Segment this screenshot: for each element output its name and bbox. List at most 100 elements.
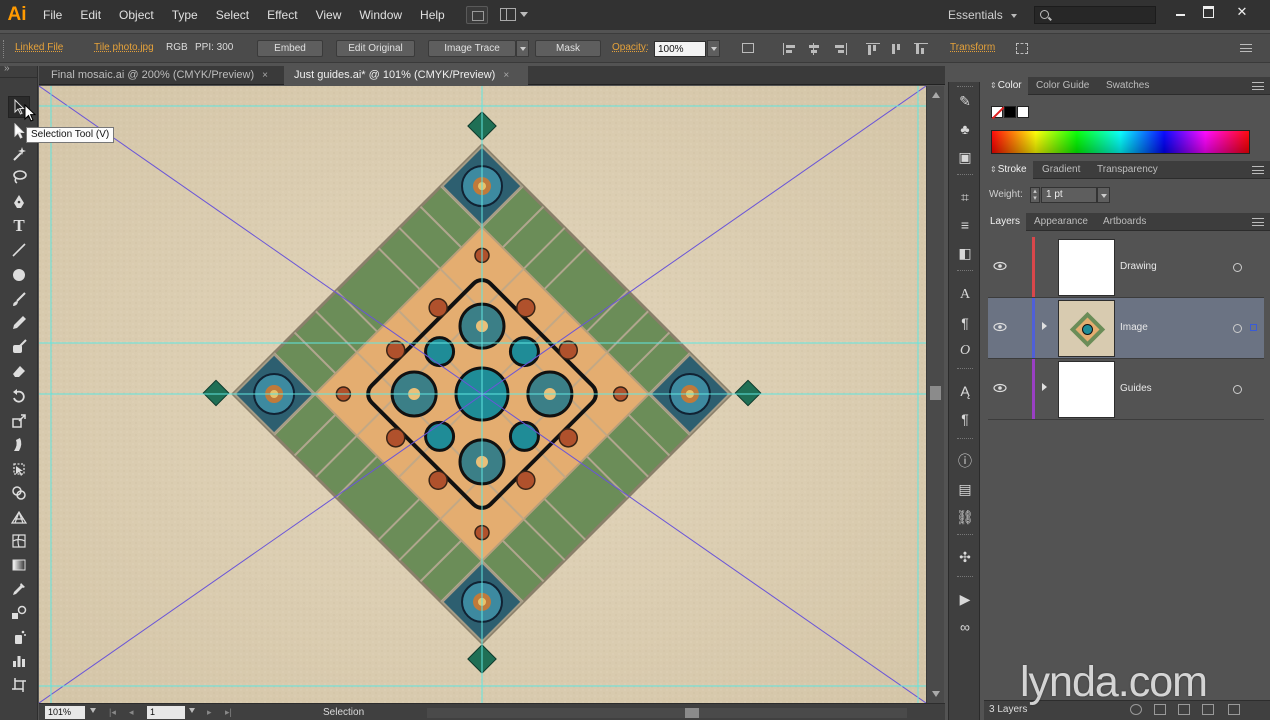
bridge-button[interactable]	[465, 6, 488, 24]
expand-triangle-icon[interactable]	[1042, 383, 1047, 391]
graphic-styles-icon[interactable]: ▣	[956, 148, 974, 166]
next-artboard-icon[interactable]: ▸	[207, 707, 212, 718]
symbol-sprayer-tool-icon[interactable]	[8, 626, 30, 648]
delete-layer-icon[interactable]	[1228, 704, 1240, 715]
align-to-icon[interactable]	[742, 43, 754, 53]
image-trace-button[interactable]: Image Trace	[428, 40, 516, 57]
navigator-icon[interactable]: ✣	[956, 548, 974, 566]
tab-color-guide[interactable]: Color Guide	[1030, 77, 1095, 95]
layer-row-guides[interactable]: Guides	[988, 359, 1264, 420]
tab-stroke[interactable]: Stroke	[984, 161, 1033, 179]
warp-tool-icon[interactable]	[8, 434, 30, 456]
blob-brush-tool-icon[interactable]	[8, 336, 30, 358]
weight-stepper[interactable]: ▴ ▾	[1030, 187, 1040, 203]
tab-color[interactable]: Color	[984, 77, 1028, 95]
attributes-icon[interactable]: ▤	[956, 480, 974, 498]
menu-help[interactable]: Help	[411, 0, 454, 30]
black-swatch[interactable]	[1004, 106, 1016, 118]
grip-handle[interactable]	[3, 40, 6, 58]
pencil-tool-icon[interactable]	[8, 312, 30, 334]
close-icon[interactable]: ×	[503, 66, 509, 85]
layer-row-drawing[interactable]: Drawing	[988, 237, 1264, 298]
paragraph-styles-icon[interactable]: ¶	[956, 410, 974, 428]
blend-tool-icon[interactable]	[8, 602, 30, 624]
character-icon[interactable]: A	[956, 286, 974, 304]
align-left-icon[interactable]	[783, 43, 797, 55]
type-tool-icon[interactable]: T	[8, 215, 30, 237]
tab-appearance[interactable]: Appearance	[1028, 213, 1094, 231]
transform-link[interactable]: Transform	[950, 34, 995, 62]
rotate-tool-icon[interactable]	[8, 386, 30, 408]
layer-name[interactable]: Image	[1120, 298, 1148, 358]
minimize-button[interactable]	[1168, 3, 1192, 21]
lasso-tool-icon[interactable]	[8, 166, 30, 188]
character-styles-icon[interactable]: Ą	[956, 382, 974, 400]
tools-panel-header[interactable]	[0, 63, 37, 78]
menu-type[interactable]: Type	[163, 0, 207, 30]
isolate-selected-icon[interactable]	[1016, 43, 1028, 54]
expand-triangle-icon[interactable]	[1042, 322, 1047, 330]
panel-menu-icon[interactable]	[1252, 166, 1264, 174]
menu-effect[interactable]: Effect	[258, 0, 306, 30]
edit-original-button[interactable]: Edit Original	[336, 40, 415, 57]
menu-window[interactable]: Window	[350, 0, 411, 30]
layer-target-icon[interactable]	[1233, 324, 1242, 333]
opacity-dropdown[interactable]	[707, 40, 720, 57]
align-top-icon[interactable]	[866, 43, 880, 55]
free-transform-tool-icon[interactable]	[8, 458, 30, 480]
tab-final-mosaic[interactable]: Final mosaic.ai @ 200% (CMYK/Preview) ×	[41, 66, 279, 85]
panel-menu-icon[interactable]	[1252, 82, 1264, 90]
help-search[interactable]	[1034, 6, 1156, 24]
previous-artboard-icon[interactable]: ◂	[129, 707, 134, 718]
column-graph-tool-icon[interactable]	[8, 650, 30, 672]
shape-builder-tool-icon[interactable]	[8, 482, 30, 504]
artboard-canvas[interactable]	[39, 86, 926, 703]
last-artboard-icon[interactable]: ▸|	[225, 707, 232, 718]
scroll-thumb[interactable]	[685, 708, 699, 718]
none-swatch[interactable]	[991, 106, 1003, 118]
eyedropper-tool-icon[interactable]	[8, 578, 30, 600]
artboard-number-field[interactable]: 1	[147, 706, 185, 719]
gradient-tool-icon[interactable]	[8, 554, 30, 576]
weight-input[interactable]: 1 pt	[1041, 187, 1097, 203]
actions-play-icon[interactable]: ▶	[956, 590, 974, 608]
white-swatch[interactable]	[1017, 106, 1029, 118]
scroll-down-icon[interactable]	[932, 691, 940, 697]
search-input[interactable]	[1035, 7, 1155, 23]
current-tool-status[interactable]: Selection	[323, 704, 364, 720]
opacity-link[interactable]: Opacity:	[612, 34, 649, 62]
pathfinder-icon[interactable]: ◧	[956, 244, 974, 262]
eraser-tool-icon[interactable]	[8, 360, 30, 382]
color-spectrum[interactable]	[991, 130, 1250, 154]
pen-tool-icon[interactable]	[8, 191, 30, 213]
close-window-button[interactable]: ✕	[1230, 3, 1254, 21]
tab-just-guides[interactable]: Just guides.ai* @ 101% (CMYK/Preview) ×	[284, 66, 528, 85]
paragraph-icon[interactable]: ¶	[956, 314, 974, 332]
layer-target-icon[interactable]	[1233, 385, 1242, 394]
layer-target-icon[interactable]	[1233, 263, 1242, 272]
tab-swatches[interactable]: Swatches	[1100, 77, 1155, 95]
layer-name[interactable]: Drawing	[1120, 237, 1157, 297]
menu-select[interactable]: Select	[207, 0, 258, 30]
visibility-eye-icon[interactable]	[993, 322, 1007, 332]
visibility-eye-icon[interactable]	[993, 261, 1007, 271]
artboard-dropdown-icon[interactable]	[189, 708, 195, 713]
control-bar-menu-icon[interactable]	[1240, 44, 1252, 52]
document-info-icon[interactable]: ⓘ	[956, 452, 974, 470]
menu-edit[interactable]: Edit	[71, 0, 110, 30]
artboard-tool-icon[interactable]	[8, 674, 30, 696]
symbols-icon[interactable]: ♣	[956, 120, 974, 138]
close-icon[interactable]: ×	[262, 66, 268, 85]
links-icon[interactable]: ⛓	[956, 508, 974, 526]
align-panel-icon[interactable]: ≡	[956, 216, 974, 234]
layer-name[interactable]: Guides	[1120, 359, 1152, 419]
mesh-tool-icon[interactable]	[8, 530, 30, 552]
image-trace-presets-dropdown[interactable]	[516, 40, 529, 57]
workspace-switcher[interactable]: Essentials	[948, 0, 1017, 30]
align-right-icon[interactable]	[833, 43, 847, 55]
panel-menu-icon[interactable]	[1252, 218, 1264, 226]
opentype-icon[interactable]: O	[956, 342, 974, 360]
tab-gradient[interactable]: Gradient	[1036, 161, 1086, 179]
line-tool-icon[interactable]	[8, 239, 30, 261]
scroll-up-icon[interactable]	[932, 92, 940, 98]
